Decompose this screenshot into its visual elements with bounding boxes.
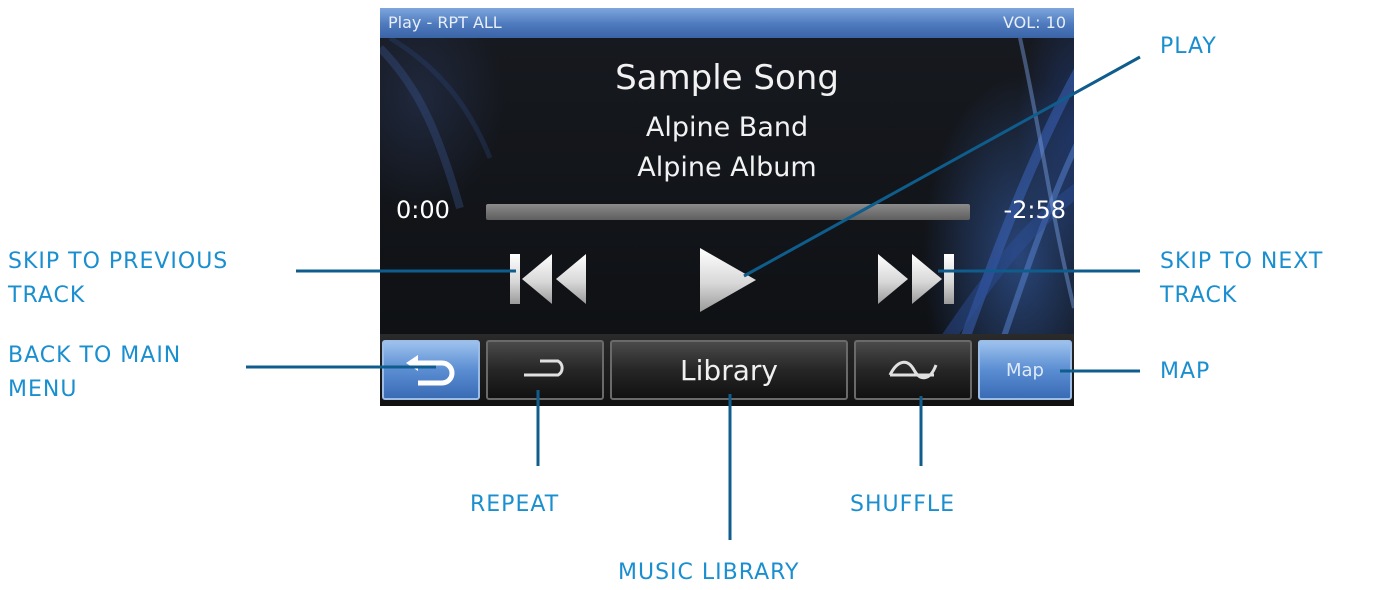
skip-next-button[interactable] [870,248,960,308]
callout-back-line2: MENU [8,377,78,402]
library-button[interactable]: Library [610,340,848,400]
skip-previous-icon [510,254,586,304]
back-arrow-icon [406,355,455,386]
volume-status: VOL: 10 [1002,13,1066,32]
callout-skip-previous: SKIP TO PREVIOUS TRACK [8,245,228,313]
callout-map: MAP [1160,359,1211,384]
skip-previous-button[interactable] [504,248,594,308]
shuffle-icon [888,360,938,380]
callout-shuffle: SHUFFLE [850,492,956,517]
skip-next-icon [878,254,954,304]
map-button[interactable]: Map [978,340,1072,400]
callout-skip-previous-line2: TRACK [8,283,86,308]
callout-skip-next-line2: TRACK [1160,283,1238,308]
song-title: Sample Song [615,58,839,98]
callout-back: BACK TO MAIN MENU [8,339,181,407]
repeat-button[interactable] [486,340,604,400]
song-artist: Alpine Band [645,112,809,143]
callout-skip-next: SKIP TO NEXT TRACK [1160,245,1323,313]
back-button[interactable] [382,340,480,400]
elapsed-time: 0:00 [396,196,450,224]
callout-play: PLAY [1160,34,1217,59]
callout-skip-previous-line1: SKIP TO PREVIOUS [8,249,229,274]
callout-skip-next-line1: SKIP TO NEXT [1160,249,1324,274]
shuffle-button[interactable] [854,340,972,400]
playback-mode-status: Play - RPT ALL [388,13,502,32]
song-album: Alpine Album [637,152,817,183]
bottom-button-bar: Library Map [380,334,1074,406]
play-button[interactable] [692,242,762,316]
status-bar: Play - RPT ALL VOL: 10 [380,8,1074,38]
callout-repeat: REPEAT [470,492,560,517]
device-screen: Play - RPT ALL VOL: 10 Sample Song Alpin… [380,8,1074,406]
progress-bar[interactable] [486,204,970,220]
callout-music-library: MUSIC LIBRARY [618,560,800,585]
play-icon [700,248,756,312]
remaining-time: -2:58 [1003,196,1066,224]
callout-back-line1: BACK TO MAIN [8,343,182,368]
repeat-icon [524,359,564,377]
